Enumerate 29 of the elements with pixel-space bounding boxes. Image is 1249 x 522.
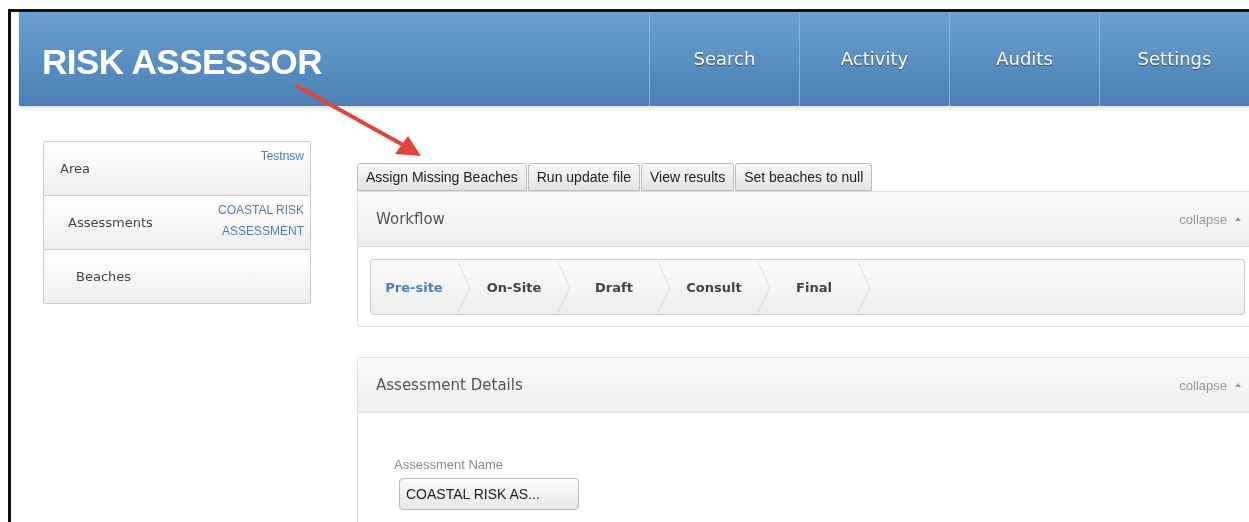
workflow-step[interactable]: Final bbox=[771, 279, 857, 295]
toolbar-button[interactable]: View results bbox=[640, 163, 735, 191]
toolbar-button[interactable]: Assign Missing Beaches bbox=[357, 163, 527, 191]
sidebar-item[interactable]: Area Testnsw bbox=[43, 141, 311, 196]
chevron-icon bbox=[857, 260, 871, 314]
caret-icon bbox=[1235, 217, 1241, 221]
sidebar-item[interactable]: Beaches bbox=[43, 249, 311, 304]
panel-title: Workflow bbox=[376, 210, 446, 228]
workflow-step[interactable]: Pre-site bbox=[371, 279, 457, 295]
chevron-icon bbox=[557, 260, 571, 314]
workflow-step[interactable]: Draft bbox=[571, 279, 657, 295]
sidebar-label: Beaches bbox=[76, 269, 132, 284]
toolbar-button[interactable]: Set beaches to null bbox=[735, 163, 873, 191]
assessment-name-field[interactable]: COASTAL RISK AS... bbox=[399, 478, 579, 510]
sidebar-value-link[interactable]: Testnsw bbox=[209, 142, 304, 167]
sidebar-label: Assessments bbox=[68, 215, 153, 230]
field-label: Assessment Name bbox=[394, 457, 505, 472]
sidebar-item[interactable]: Assessments COASTAL RISK ASSESSMENT bbox=[43, 195, 311, 250]
chevron-icon bbox=[657, 260, 671, 314]
workflow-step[interactable]: On-Site bbox=[471, 279, 557, 295]
sidebar-value-link[interactable]: COASTAL RISK ASSESSMENT bbox=[209, 196, 304, 242]
app-logo: RISK ASSESSOR bbox=[41, 41, 324, 83]
workflow-step[interactable]: Consult bbox=[671, 279, 757, 295]
chevron-icon bbox=[757, 260, 771, 314]
sidebar-label: Area bbox=[60, 161, 90, 176]
caret-icon bbox=[1235, 383, 1241, 387]
chevron-icon bbox=[457, 260, 471, 314]
toolbar-button[interactable]: Run update file bbox=[527, 163, 640, 191]
panel-title: Assessment Details bbox=[376, 376, 524, 394]
